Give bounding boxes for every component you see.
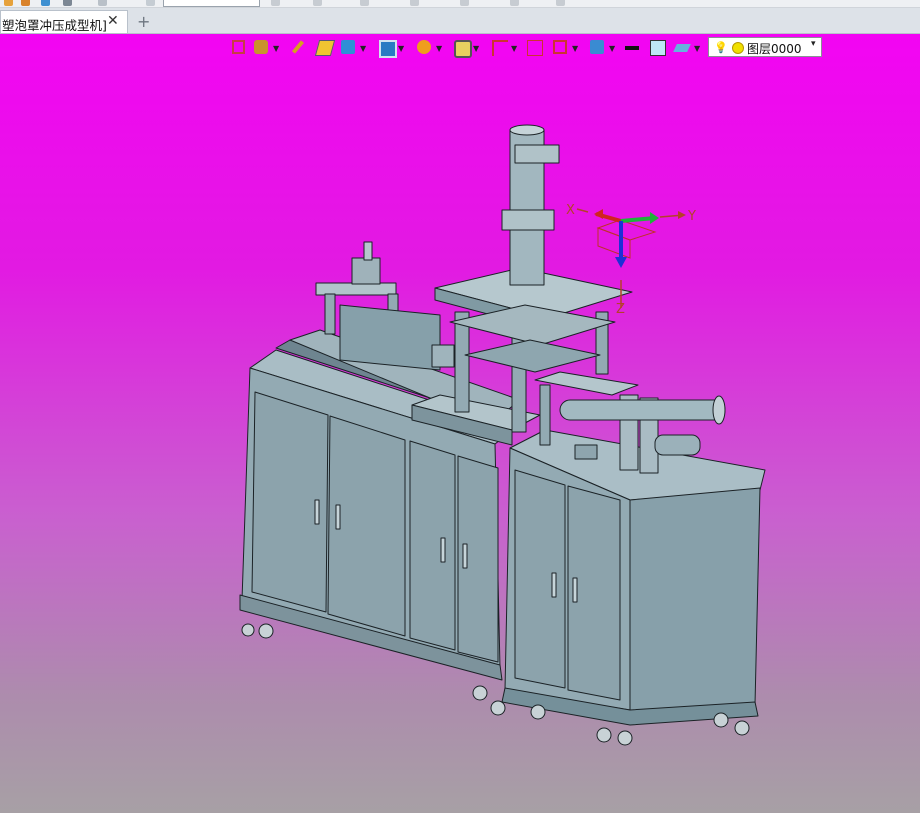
cube-dropdown[interactable]: ▼ (360, 44, 366, 53)
page-icon[interactable] (146, 0, 155, 6)
material-roll (559, 399, 726, 421)
triad-plane (596, 219, 657, 241)
triad-x-arrow (594, 209, 603, 219)
snap-icon[interactable] (254, 40, 268, 54)
caster-wheel (530, 704, 546, 720)
color-swatch-icon[interactable] (650, 40, 666, 56)
add-tab-icon[interactable]: + (137, 12, 150, 31)
move-tool-icon[interactable] (360, 0, 369, 6)
caster-wheel (734, 720, 750, 736)
save-icon[interactable] (41, 0, 50, 6)
door-handle (335, 504, 341, 530)
triad-z-label: Z (616, 302, 625, 317)
triad-y-ext-arrow (678, 211, 686, 219)
rotate-tool-icon[interactable] (313, 0, 322, 6)
motor-box (574, 444, 598, 460)
triad-y-arrow (650, 212, 659, 224)
select-tool-icon[interactable] (271, 0, 280, 6)
feeder-plate (315, 282, 397, 296)
display-mode-icon[interactable] (379, 40, 397, 58)
section-icon[interactable] (553, 40, 567, 54)
triad-y-axis (620, 216, 656, 223)
triad-icon[interactable] (492, 40, 508, 56)
exit-sketch-icon[interactable] (232, 40, 245, 54)
door-3 (409, 440, 456, 651)
render-icon[interactable] (417, 40, 431, 54)
layer-color-icon (732, 42, 744, 54)
door-handle (572, 577, 578, 603)
press-column (454, 311, 470, 413)
secondary-roll (654, 434, 701, 456)
section-dropdown[interactable]: ▼ (572, 44, 578, 53)
feeder-frame (339, 304, 441, 371)
caster-wheel (472, 685, 488, 701)
render-dropdown[interactable]: ▼ (436, 44, 442, 53)
right-cabinet-front-right (629, 487, 761, 713)
machine-model[interactable]: X Y Z (0, 34, 920, 813)
eraser-icon[interactable] (314, 40, 336, 56)
line-style-icon[interactable] (625, 46, 639, 50)
chevron-down-icon[interactable]: ▾ (811, 39, 816, 49)
door-handle (440, 537, 446, 563)
feeder-block (431, 344, 455, 368)
caster-wheel (617, 730, 633, 746)
snap-dropdown[interactable]: ▼ (273, 44, 279, 53)
undo-icon[interactable] (98, 0, 107, 6)
cube-icon[interactable] (341, 40, 355, 54)
print-icon[interactable] (63, 0, 72, 6)
monitor-icon[interactable] (590, 40, 604, 54)
cylinder-flange (501, 209, 555, 231)
main-toolbar-strip (0, 0, 920, 8)
document-tab-bar: 塑泡罩冲压成型机] ✕ + (0, 8, 920, 34)
tab-document[interactable]: 塑泡罩冲压成型机] ✕ (0, 10, 128, 33)
caster-wheel (490, 700, 506, 716)
door-handle (314, 499, 320, 525)
shape-tool-icon[interactable] (410, 0, 419, 6)
layer-plane-dropdown[interactable]: ▼ (694, 44, 700, 53)
triad-y-label: Y (687, 209, 696, 224)
filter-combo[interactable] (163, 0, 260, 7)
caster-wheel (241, 623, 255, 637)
press-die (464, 339, 601, 373)
view-orient-icon[interactable] (527, 40, 543, 56)
cylinder-cap (509, 124, 545, 136)
feeder-shaft (363, 241, 373, 261)
tab-title: 塑泡罩冲压成型机] (2, 18, 107, 33)
zoom-icon[interactable] (454, 40, 472, 58)
new-file-icon[interactable] (4, 0, 13, 6)
triad-plane (597, 227, 631, 259)
close-icon[interactable]: ✕ (107, 13, 119, 29)
arrow-tool-icon[interactable] (510, 0, 519, 6)
caster-wheel (713, 712, 729, 728)
triad-z-arrow (615, 257, 627, 268)
pin-tool-icon[interactable] (460, 0, 469, 6)
door-handle (462, 543, 468, 569)
caster-wheel (258, 623, 274, 639)
feeder-motor (351, 257, 381, 285)
door-5 (514, 469, 566, 689)
layer-plane-icon[interactable] (673, 44, 691, 52)
lightbulb-icon[interactable]: 💡 (714, 41, 728, 54)
layer-name: 图层0000 (747, 42, 802, 56)
monitor-dropdown[interactable]: ▼ (609, 44, 615, 53)
layer-select[interactable]: 💡 图层0000 ▾ (708, 37, 822, 57)
roll-end (712, 395, 726, 425)
door-handle (551, 572, 557, 598)
triad-x-ext (576, 208, 589, 213)
zoom-dropdown[interactable]: ▼ (473, 44, 479, 53)
pen-icon[interactable] (291, 40, 305, 54)
settings-tool-icon[interactable] (556, 0, 565, 6)
roller-column (539, 384, 551, 446)
feeder-column (324, 293, 336, 335)
open-file-icon[interactable] (21, 0, 30, 6)
triad-dropdown[interactable]: ▼ (511, 44, 517, 53)
display-dropdown[interactable]: ▼ (398, 44, 404, 53)
caster-wheel (596, 727, 612, 743)
triad-x-label: X (566, 203, 575, 218)
cylinder-head (514, 144, 560, 164)
